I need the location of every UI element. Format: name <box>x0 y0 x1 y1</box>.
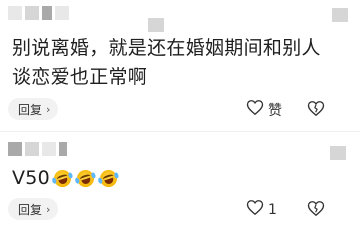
chevron-right-icon: › <box>46 102 51 116</box>
broken-heart-icon <box>307 201 325 221</box>
comment-text-content: V50 <box>12 167 51 189</box>
like-button[interactable]: 赞 <box>246 99 282 120</box>
like-button[interactable]: 1 <box>246 199 277 220</box>
comment-text: V50 <box>12 164 340 193</box>
blurred-badge <box>148 18 164 32</box>
reply-button[interactable]: 回复 › <box>8 198 59 220</box>
laugh-cry-emoji-icon <box>51 167 74 190</box>
blurred-badge <box>330 146 346 160</box>
dislike-button[interactable] <box>307 200 325 221</box>
reply-label: 回复 <box>18 202 43 217</box>
comment-item: 别说离婚，就是还在婚姻期间和别人谈恋爱也正常啊 回复 › 赞 <box>0 0 360 132</box>
reply-button[interactable]: 回复 › <box>8 98 59 120</box>
like-count: 1 <box>268 201 277 218</box>
chevron-right-icon: › <box>46 202 51 216</box>
comment-item: V50 回复 › 1 <box>0 132 360 240</box>
dislike-button[interactable] <box>307 100 325 121</box>
laugh-cry-emoji-icon <box>74 167 97 190</box>
username-blurred[interactable] <box>8 6 69 22</box>
broken-heart-icon <box>307 101 325 121</box>
laugh-cry-emoji-icon <box>97 167 120 190</box>
comment-text: 别说离婚，就是还在婚姻期间和别人谈恋爱也正常啊 <box>12 37 321 88</box>
reply-label: 回复 <box>18 102 43 117</box>
blurred-badge <box>332 8 348 22</box>
username-blurred[interactable] <box>8 142 67 158</box>
like-label: 赞 <box>268 102 282 119</box>
heart-outline-icon <box>246 199 264 220</box>
heart-outline-icon <box>246 99 264 120</box>
